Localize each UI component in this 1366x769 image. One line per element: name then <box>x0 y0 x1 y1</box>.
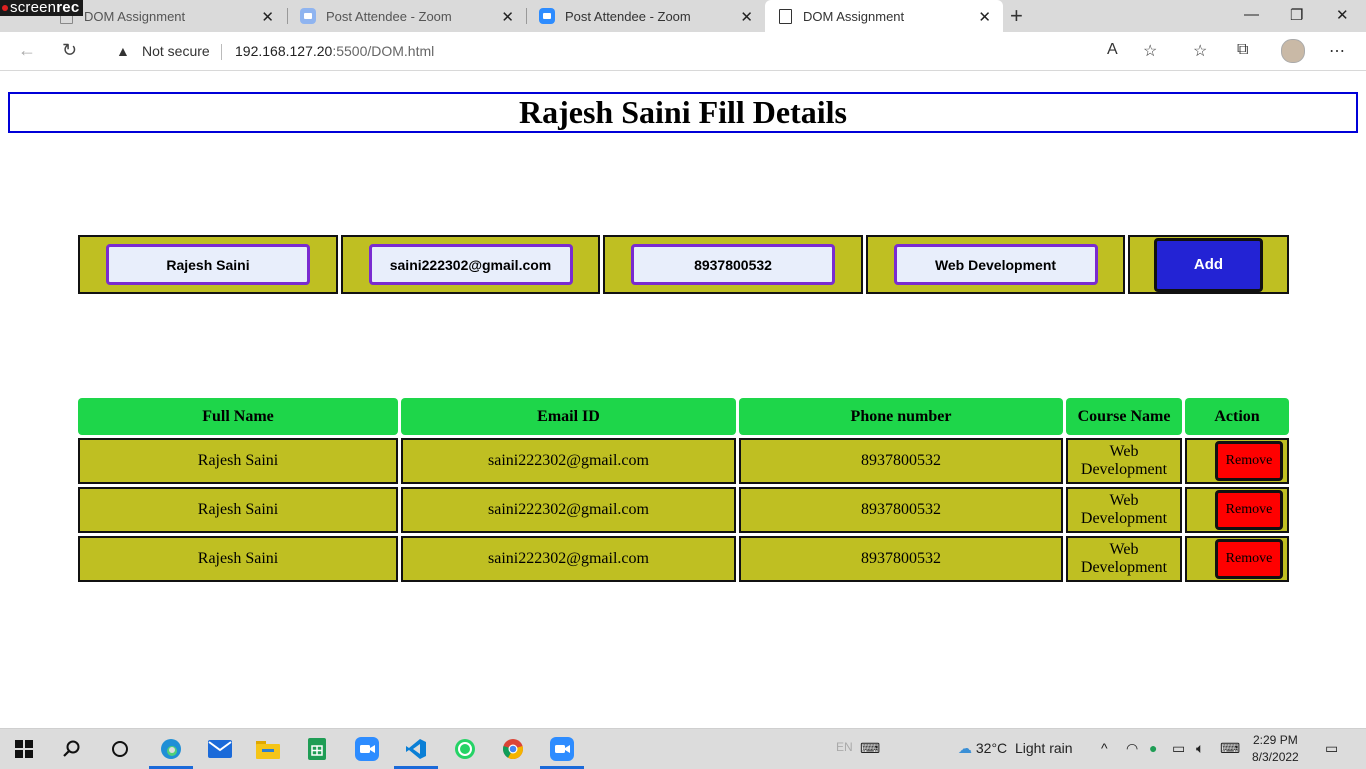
taskbar: EN ⌨ ☁ 32°C Light rain ^ ◠ ● ▭ 🔈︎ ⌨ 2:29… <box>0 728 1366 769</box>
cell-phone: 8937800532 <box>739 487 1063 533</box>
restore-icon[interactable]: ❐ <box>1290 6 1303 24</box>
minimize-icon[interactable]: — <box>1244 6 1259 23</box>
close-icon[interactable]: ✕ <box>501 8 514 26</box>
cell-action: Remove <box>1185 487 1289 533</box>
cell-name: Rajesh Saini <box>78 438 398 484</box>
remove-button[interactable]: Remove <box>1215 539 1283 579</box>
chevron-up-icon[interactable]: ^ <box>1101 740 1108 756</box>
phone-input[interactable] <box>631 244 835 285</box>
form-cell-email <box>341 235 600 294</box>
column-header-course: Course Name <box>1066 398 1182 435</box>
notifications-icon[interactable]: ▭ <box>1325 740 1338 757</box>
tab-strip: DOM Assignment ✕ Post Attendee - Zoom ✕ … <box>0 0 1366 32</box>
cloud-rain-icon: ☁ <box>958 740 972 756</box>
cell-name: Rajesh Saini <box>78 536 398 582</box>
whatsapp-icon[interactable] <box>453 737 477 761</box>
page-icon <box>777 8 793 24</box>
tab-label: DOM Assignment <box>803 8 905 24</box>
remove-button[interactable]: Remove <box>1215 441 1283 481</box>
language-indicator[interactable]: EN <box>836 740 853 754</box>
column-header-email: Email ID <box>401 398 736 435</box>
cell-name: Rajesh Saini <box>78 487 398 533</box>
chrome-icon[interactable] <box>501 737 525 761</box>
add-favorite-icon[interactable]: ☆ <box>1143 41 1157 61</box>
window-close-icon[interactable]: ✕ <box>1336 6 1349 24</box>
entries-table: Full Name Email ID Phone number Course N… <box>78 398 1289 582</box>
tab-zoom-2[interactable]: Post Attendee - Zoom ✕ <box>527 0 765 32</box>
url-text[interactable]: 192.168.127.20:5500/DOM.html <box>235 43 434 59</box>
name-input[interactable] <box>106 244 310 285</box>
mail-icon[interactable] <box>208 737 232 761</box>
cortana-icon[interactable] <box>108 737 132 761</box>
security-label[interactable]: Not secure <box>142 43 210 59</box>
warning-icon[interactable]: ▲ <box>116 43 130 59</box>
form-cell-add: Add <box>1128 235 1289 294</box>
column-header-action: Action <box>1185 398 1289 435</box>
title-banner: Rajesh Saini Fill Details <box>8 92 1358 133</box>
weather-widget[interactable]: ☁ 32°C Light rain <box>958 740 1073 757</box>
remove-button[interactable]: Remove <box>1215 490 1283 530</box>
cell-course: Web Development <box>1066 487 1182 533</box>
column-header-phone: Phone number <box>739 398 1063 435</box>
screenrec-watermark: screenrec <box>0 0 84 16</box>
touch-keyboard-icon[interactable]: ⌨ <box>1220 740 1240 757</box>
favorites-icon[interactable]: ☆ <box>1193 41 1207 61</box>
zoom-icon[interactable] <box>355 737 379 761</box>
search-icon[interactable] <box>60 737 84 761</box>
cell-email: saini222302@gmail.com <box>401 536 736 582</box>
vscode-icon[interactable] <box>394 737 438 769</box>
close-icon[interactable]: ✕ <box>261 8 274 26</box>
tab-label: DOM Assignment <box>84 8 186 24</box>
windows-start-icon[interactable] <box>12 737 36 761</box>
cell-phone: 8937800532 <box>739 438 1063 484</box>
sheets-icon[interactable] <box>305 737 329 761</box>
wifi-icon[interactable]: ◠ <box>1126 740 1138 757</box>
more-menu-icon[interactable]: ⋯ <box>1329 41 1345 61</box>
zoom-icon <box>300 8 316 24</box>
battery-icon[interactable]: ▭ <box>1172 740 1185 757</box>
back-arrow-icon[interactable]: ← <box>18 40 36 61</box>
tab-dom-assignment-active[interactable]: DOM Assignment ✕ <box>765 0 1003 32</box>
volume-icon[interactable]: 🔈︎ <box>1196 740 1204 757</box>
address-toolbar: ← ↻ ▲ Not secure 192.168.127.20:5500/DOM… <box>0 32 1366 71</box>
cell-action: Remove <box>1185 438 1289 484</box>
course-input[interactable] <box>893 244 1098 285</box>
cell-phone: 8937800532 <box>739 536 1063 582</box>
url-divider <box>221 44 222 60</box>
add-button[interactable]: Add <box>1154 237 1263 292</box>
new-tab-button[interactable]: + <box>1010 3 1023 29</box>
read-aloud-icon[interactable]: A <box>1107 41 1118 59</box>
refresh-icon[interactable]: ↻ <box>62 40 77 61</box>
avatar[interactable] <box>1281 39 1305 63</box>
cell-action: Remove <box>1185 536 1289 582</box>
tab-label: Post Attendee - Zoom <box>326 8 452 24</box>
collections-icon[interactable]: ⧉ <box>1237 41 1248 59</box>
close-icon[interactable]: ✕ <box>978 8 991 26</box>
keyboard-icon[interactable]: ⌨ <box>860 740 880 757</box>
entry-form: Add <box>78 235 1289 294</box>
zoom-app-icon[interactable] <box>540 737 584 769</box>
cell-course: Web Development <box>1066 536 1182 582</box>
file-explorer-icon[interactable] <box>256 737 280 761</box>
security-shield-icon[interactable]: ● <box>1149 740 1157 756</box>
address-bar[interactable]: ▲ Not secure 192.168.127.20:5500/DOM.htm… <box>100 36 1176 66</box>
tab-label: Post Attendee - Zoom <box>565 8 691 24</box>
email-input[interactable] <box>368 244 573 285</box>
zoom-icon <box>539 8 555 24</box>
tab-zoom-1[interactable]: Post Attendee - Zoom ✕ <box>288 0 526 32</box>
close-icon[interactable]: ✕ <box>740 8 753 26</box>
cell-email: saini222302@gmail.com <box>401 487 736 533</box>
cell-course: Web Development <box>1066 438 1182 484</box>
cell-email: saini222302@gmail.com <box>401 438 736 484</box>
column-header-full-name: Full Name <box>78 398 398 435</box>
page-title: Rajesh Saini Fill Details <box>518 94 847 130</box>
edge-icon[interactable] <box>149 737 193 769</box>
form-cell-course <box>866 235 1125 294</box>
form-cell-phone <box>603 235 863 294</box>
form-cell-name <box>78 235 338 294</box>
clock[interactable]: 2:29 PM 8/3/2022 <box>1252 732 1299 766</box>
